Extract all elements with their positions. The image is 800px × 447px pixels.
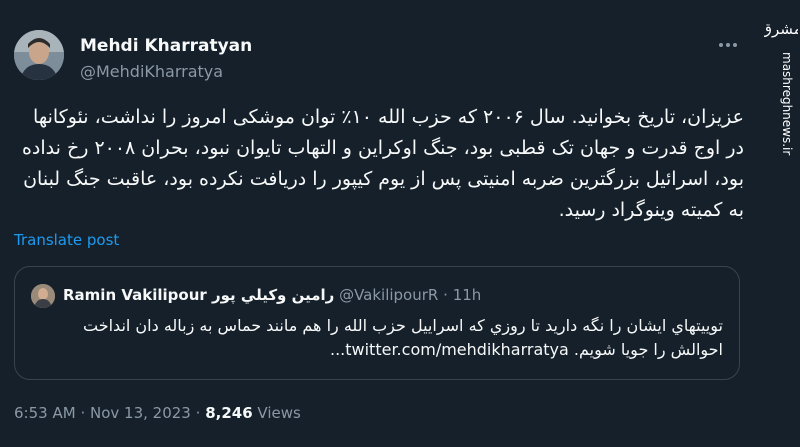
views-count: 8,246 — [205, 404, 253, 422]
watermark-site-url: mashreghnews.ir — [780, 52, 794, 156]
quoted-author-handle[interactable]: @VakilipourR — [339, 286, 438, 304]
post-date[interactable]: Nov 13, 2023 — [90, 404, 191, 422]
quoted-author-name[interactable]: Ramin Vakilipour رامين وكيلي پور — [63, 286, 334, 304]
quoted-tweet[interactable]: Ramin Vakilipour رامين وكيلي پور @Vakili… — [14, 266, 740, 380]
quoted-avatar-image — [31, 284, 55, 308]
tweet-meta: 6:53 AM · Nov 13, 2023 · 8,246 Views — [14, 404, 301, 422]
author-avatar-image — [14, 30, 64, 80]
quoted-header: Ramin Vakilipour رامين وكيلي پور @Vakili… — [63, 286, 481, 304]
quoted-author-avatar[interactable] — [31, 284, 55, 308]
mashregh-logo-icon: مشرق — [764, 20, 798, 38]
post-time[interactable]: 6:53 AM — [14, 404, 76, 422]
views-label: Views — [257, 404, 301, 422]
author-name[interactable]: Mehdi Kharratyan — [80, 36, 252, 56]
meta-separator: · — [80, 404, 86, 422]
tweet: Mehdi Kharratyan @MehdiKharratya عزیزان،… — [0, 0, 760, 447]
quoted-separator: · — [443, 286, 448, 304]
author-avatar[interactable] — [14, 30, 64, 80]
more-options-icon[interactable] — [716, 40, 740, 50]
tweet-text: عزیزان، تاریخ بخوانید. سال ۲۰۰۶ که حزب ا… — [21, 106, 744, 221]
svg-text:مشرق: مشرق — [764, 20, 798, 38]
meta-separator: · — [195, 404, 201, 422]
quoted-tweet-text: تويیتهاي ايشان را نگه داريد تا روزي كه ا… — [83, 316, 723, 359]
translate-post-link[interactable]: Translate post — [14, 231, 119, 249]
author-handle[interactable]: @MehdiKharratya — [80, 62, 223, 81]
quoted-timestamp[interactable]: 11h — [453, 286, 482, 304]
